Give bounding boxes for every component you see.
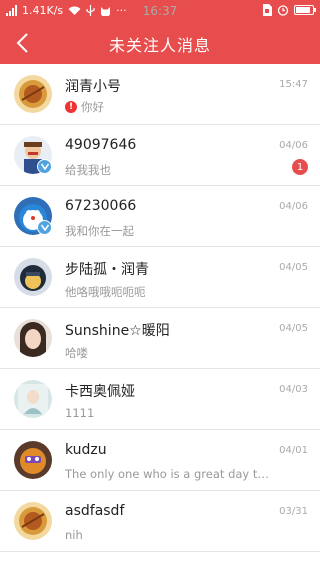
header-bar: 未关注人消息 bbox=[0, 22, 320, 64]
message-text: 你好 bbox=[81, 100, 104, 114]
verified-badge-icon bbox=[37, 159, 52, 174]
contact-name: 步陆孤・润青 bbox=[65, 262, 149, 278]
conversation-row[interactable]: 步陆孤・润青 他咯哦哦呃呃呃 04/05 bbox=[0, 247, 320, 308]
message-time: 04/06 bbox=[279, 140, 308, 151]
contact-name: 卡西奥佩娅 bbox=[65, 384, 135, 400]
message-time: 04/05 bbox=[279, 323, 308, 334]
contact-name: kudzu bbox=[65, 442, 107, 458]
contact-name: 润青小号 bbox=[65, 79, 121, 95]
message-time: 04/01 bbox=[279, 445, 308, 456]
avatar bbox=[14, 441, 52, 479]
avatar bbox=[14, 502, 52, 540]
status-bar: 1.41K/s ··· 16:37 bbox=[0, 0, 320, 22]
avatar bbox=[14, 380, 52, 418]
contact-name: 67230066 bbox=[65, 198, 137, 214]
message-time: 04/03 bbox=[279, 384, 308, 395]
verified-badge-icon bbox=[37, 220, 52, 235]
message-text: 1111 bbox=[65, 406, 95, 420]
message-time: 03/31 bbox=[279, 506, 308, 517]
message-text: 我和你在一起 bbox=[65, 224, 134, 238]
warning-icon: ! bbox=[65, 101, 77, 113]
avatar bbox=[14, 258, 52, 296]
conversation-list: 润青小号 ! 你好 15:47 49097646 给我我也 04/06 1 67… bbox=[0, 64, 320, 552]
message-text: 给我我也 bbox=[65, 163, 111, 177]
message-time: 15:47 bbox=[279, 79, 308, 90]
conversation-row[interactable]: kudzu The only one who is a great day to… bbox=[0, 430, 320, 491]
contact-name: Sunshine☆暖阳 bbox=[65, 323, 170, 339]
conversation-row[interactable]: 卡西奥佩娅 1111 04/03 bbox=[0, 369, 320, 430]
sim-icon bbox=[263, 4, 272, 16]
avatar bbox=[14, 75, 52, 113]
contact-name: asdfasdf bbox=[65, 503, 125, 519]
conversation-row[interactable]: asdfasdf nih 03/31 bbox=[0, 491, 320, 552]
message-text: 哈喽 bbox=[65, 346, 88, 360]
alarm-icon bbox=[277, 5, 289, 16]
page-title: 未关注人消息 bbox=[108, 36, 211, 55]
conversation-row[interactable]: 润青小号 ! 你好 15:47 bbox=[0, 64, 320, 125]
contact-name: 49097646 bbox=[65, 137, 137, 153]
avatar bbox=[14, 319, 52, 357]
battery-icon bbox=[294, 5, 316, 15]
message-preview: ! 你好 bbox=[65, 99, 104, 115]
status-right bbox=[262, 4, 316, 16]
message-text: 他咯哦哦呃呃呃 bbox=[65, 285, 146, 299]
conversation-row[interactable]: 67230066 我和你在一起 04/06 bbox=[0, 186, 320, 247]
unread-badge: 1 bbox=[292, 159, 308, 175]
conversation-row[interactable]: 49097646 给我我也 04/06 1 bbox=[0, 125, 320, 186]
message-time: 04/06 bbox=[279, 201, 308, 212]
message-text: The only one who is a great day to be... bbox=[65, 467, 275, 481]
conversation-row[interactable]: Sunshine☆暖阳 哈喽 04/05 bbox=[0, 308, 320, 369]
message-text: nih bbox=[65, 528, 83, 542]
message-time: 04/05 bbox=[279, 262, 308, 273]
